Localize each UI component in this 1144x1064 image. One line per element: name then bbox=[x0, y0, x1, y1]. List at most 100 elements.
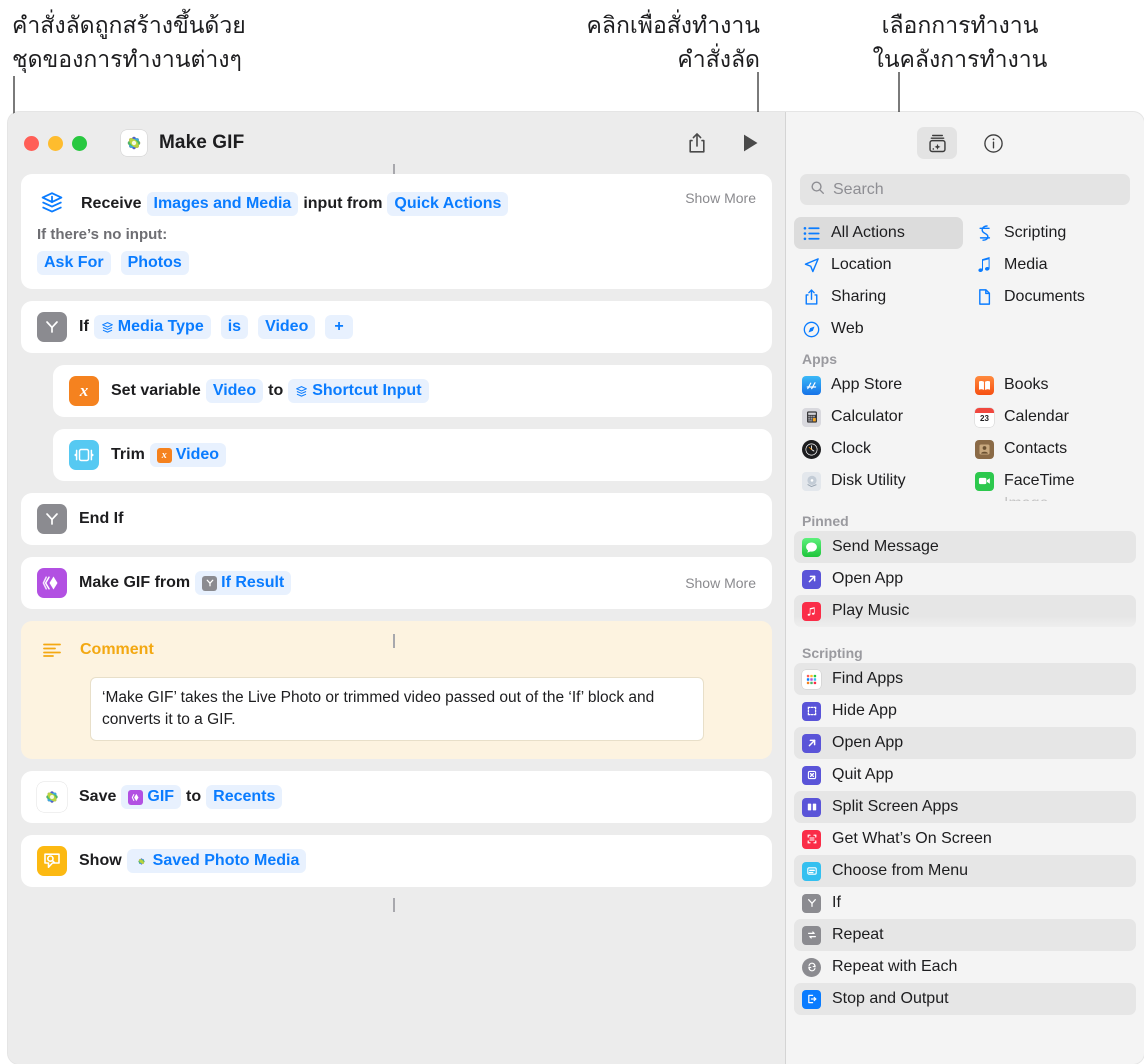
receive-label: Receive bbox=[81, 195, 142, 213]
make-gif-label: Make GIF from bbox=[79, 574, 190, 592]
token-if-result[interactable]: If Result bbox=[195, 571, 291, 595]
list-item-label: Split Screen Apps bbox=[832, 798, 958, 816]
action-library-sidebar: Search All Actions Scripting Location bbox=[785, 112, 1144, 1064]
token-gif[interactable]: GIF bbox=[121, 785, 181, 809]
action-card-show[interactable]: Show bbox=[21, 835, 772, 887]
trim-row: Trim x Video bbox=[69, 429, 756, 481]
token-variable-video[interactable]: Video bbox=[206, 379, 263, 403]
books-icon bbox=[975, 376, 994, 395]
search-icon bbox=[810, 180, 825, 200]
category-web[interactable]: Web bbox=[794, 313, 963, 345]
show-more-button-receive[interactable]: Show More bbox=[685, 190, 756, 206]
list-item[interactable]: If bbox=[794, 887, 1136, 919]
category-sharing[interactable]: Sharing bbox=[794, 281, 963, 313]
app-item-calendar[interactable]: 23 Calendar bbox=[967, 401, 1136, 433]
list-item[interactable]: Send Message bbox=[794, 531, 1136, 563]
minimize-button[interactable] bbox=[48, 136, 63, 151]
list-item-label: Repeat bbox=[832, 926, 884, 944]
action-library-icon[interactable] bbox=[917, 127, 957, 159]
app-item-label: Clock bbox=[831, 440, 871, 458]
list-item[interactable]: Get What’s On Screen bbox=[794, 823, 1136, 855]
list-item[interactable]: Choose from Menu bbox=[794, 855, 1136, 887]
app-item-clipped-left[interactable]: Home bbox=[794, 497, 963, 501]
list-item[interactable]: Open App bbox=[794, 727, 1136, 759]
list-item[interactable]: Open App bbox=[794, 563, 1136, 595]
titlebar-actions bbox=[683, 129, 765, 157]
add-condition-button[interactable]: + bbox=[325, 315, 352, 339]
token-shortcut-input[interactable]: Shortcut Input bbox=[288, 379, 428, 403]
category-all-actions[interactable]: All Actions bbox=[794, 217, 963, 249]
app-item-calculator[interactable]: Calculator bbox=[794, 401, 963, 433]
list-item[interactable]: Find Apps bbox=[794, 663, 1136, 695]
comment-text-field[interactable]: ‘Make GIF’ takes the Live Photo or trimm… bbox=[90, 677, 704, 741]
token-images-and-media[interactable]: Images and Media bbox=[147, 192, 299, 216]
app-item-facetime[interactable]: FaceTime bbox=[967, 465, 1136, 497]
play-icon[interactable] bbox=[737, 129, 765, 157]
category-grid: All Actions Scripting Location Media bbox=[786, 217, 1144, 345]
app-item-contacts[interactable]: Contacts bbox=[967, 433, 1136, 465]
variable-x-mini-icon: x bbox=[157, 448, 172, 463]
token-is[interactable]: is bbox=[221, 315, 248, 339]
list-item[interactable]: Split Screen Apps bbox=[794, 791, 1136, 823]
action-card-receive[interactable]: Show More Receive Images and Media input… bbox=[21, 174, 772, 289]
category-scripting[interactable]: Scripting bbox=[967, 217, 1136, 249]
search-input[interactable]: Search bbox=[800, 174, 1130, 205]
app-item-label: Books bbox=[1004, 376, 1048, 394]
list-item-label: Send Message bbox=[832, 538, 939, 556]
no-input-tokens: Ask For Photos bbox=[37, 251, 756, 275]
token-trim-video[interactable]: x Video bbox=[150, 443, 226, 467]
play-music-icon bbox=[802, 602, 821, 621]
apps-grid: App Store Books Calculator 23 Calenda bbox=[786, 369, 1144, 501]
location-arrow-icon bbox=[802, 257, 821, 274]
token-photos[interactable]: Photos bbox=[121, 251, 189, 275]
app-item-disk-utility[interactable]: Disk Utility bbox=[794, 465, 963, 497]
category-sharing-label: Sharing bbox=[831, 288, 886, 306]
action-card-comment[interactable]: Comment ‘Make GIF’ takes the Live Photo … bbox=[21, 621, 772, 759]
token-shortcut-input-label: Shortcut Input bbox=[312, 382, 421, 400]
token-saved-photo-media[interactable]: Saved Photo Media bbox=[127, 849, 307, 873]
show-more-button-make-gif[interactable]: Show More bbox=[685, 575, 756, 591]
action-card-end-if[interactable]: End If bbox=[21, 493, 772, 545]
list-item[interactable]: Hide App bbox=[794, 695, 1136, 727]
list-bullet-icon bbox=[802, 226, 821, 241]
end-if-row: End If bbox=[37, 493, 756, 545]
show-row: Show bbox=[37, 835, 756, 887]
category-documents[interactable]: Documents bbox=[967, 281, 1136, 313]
info-icon[interactable] bbox=[973, 127, 1013, 159]
token-media-type[interactable]: Media Type bbox=[94, 315, 211, 339]
action-card-set-variable[interactable]: x Set variable Video to Shortcut Input bbox=[53, 365, 772, 417]
action-card-trim[interactable]: Trim x Video bbox=[53, 429, 772, 481]
action-card-if[interactable]: If Media Type is Video + bbox=[21, 301, 772, 353]
category-media-label: Media bbox=[1004, 256, 1048, 274]
action-card-make-gif[interactable]: Show More Make GIF from bbox=[21, 557, 772, 609]
list-item[interactable]: Play Music bbox=[794, 595, 1136, 627]
close-button[interactable] bbox=[24, 136, 39, 151]
open-app-icon bbox=[802, 570, 821, 589]
token-video-condition[interactable]: Video bbox=[258, 315, 315, 339]
list-item[interactable]: Repeat bbox=[794, 919, 1136, 951]
app-item-clipped-right[interactable]: Image Playground bbox=[967, 497, 1136, 501]
stop-output-icon bbox=[802, 990, 821, 1009]
action-card-save[interactable]: Save GIF to Recents bbox=[21, 771, 772, 823]
receive-no-input-section: If there’s no input: Ask For Photos bbox=[37, 226, 756, 289]
app-item-books[interactable]: Books bbox=[967, 369, 1136, 401]
list-item[interactable]: Stop and Output bbox=[794, 983, 1136, 1015]
list-item-label: Repeat with Each bbox=[832, 958, 957, 976]
app-item-clock[interactable]: Clock bbox=[794, 433, 963, 465]
list-item-label: Find Apps bbox=[832, 670, 903, 688]
category-location[interactable]: Location bbox=[794, 249, 963, 281]
category-media[interactable]: Media bbox=[967, 249, 1136, 281]
token-gif-label: GIF bbox=[147, 788, 174, 806]
quick-look-icon bbox=[37, 846, 67, 876]
if-branch-mini-icon bbox=[202, 576, 217, 591]
token-ask-for[interactable]: Ask For bbox=[37, 251, 111, 275]
leader-line-center bbox=[757, 72, 759, 116]
app-item-app-store[interactable]: App Store bbox=[794, 369, 963, 401]
list-item[interactable]: Quit App bbox=[794, 759, 1136, 791]
token-quick-actions[interactable]: Quick Actions bbox=[387, 192, 508, 216]
annotation-center: คลิกเพื่อสั่งทำงาน คำสั่งลัด bbox=[380, 8, 760, 76]
token-recents[interactable]: Recents bbox=[206, 785, 282, 809]
share-icon[interactable] bbox=[683, 129, 711, 157]
zoom-button[interactable] bbox=[72, 136, 87, 151]
list-item[interactable]: Repeat with Each bbox=[794, 951, 1136, 983]
